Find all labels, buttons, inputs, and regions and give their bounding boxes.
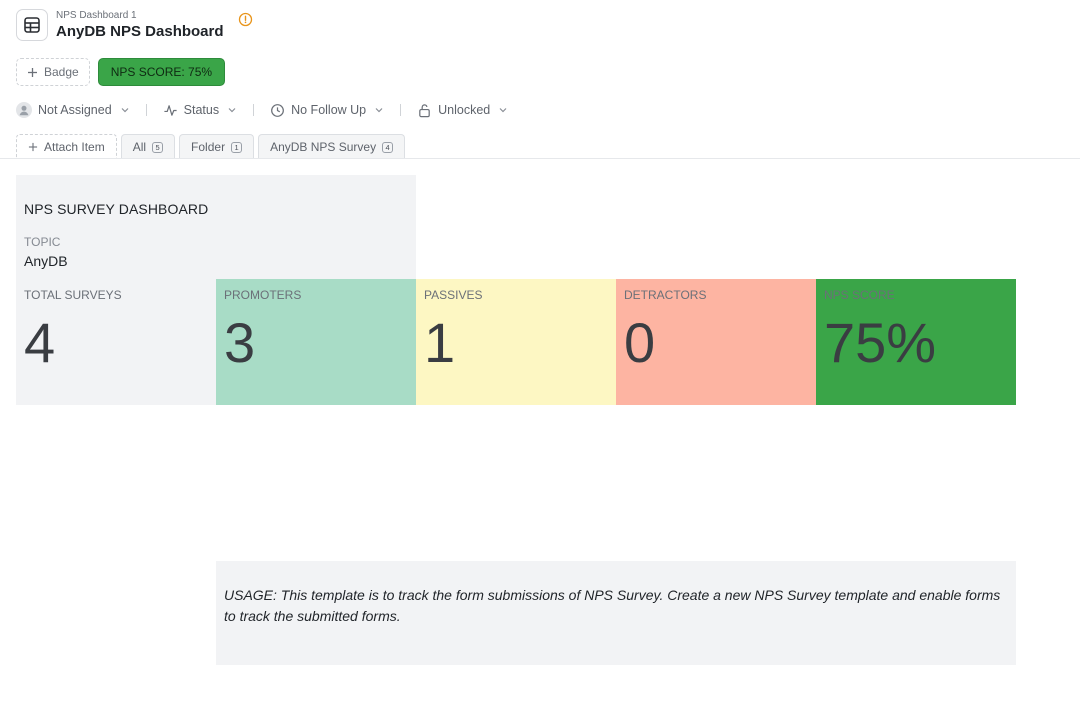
breadcrumb[interactable]: NPS Dashboard 1 (56, 10, 224, 22)
usage-note: USAGE: This template is to track the for… (216, 561, 1016, 665)
tab-anydb-nps-survey[interactable]: AnyDB NPS Survey 4 (258, 134, 406, 159)
attach-item-button[interactable]: Attach Item (16, 134, 117, 159)
tab-all[interactable]: All 5 (120, 134, 176, 159)
assignee-label: Not Assigned (38, 103, 112, 117)
attach-item-label: Attach Item (44, 140, 105, 154)
chevron-down-icon (121, 108, 129, 113)
topic-value: AnyDB (24, 253, 68, 269)
plus-icon (28, 67, 37, 77)
divider (253, 104, 255, 116)
lock-label: Unlocked (438, 103, 491, 117)
follow-up-label: No Follow Up (291, 103, 367, 117)
tab-divider (0, 158, 1080, 159)
add-badge-button[interactable]: Badge (16, 58, 90, 86)
topic-label: TOPIC (24, 235, 61, 249)
status-dropdown[interactable]: Status (163, 103, 237, 118)
add-badge-label: Badge (44, 65, 79, 79)
tab-label: Folder (191, 140, 226, 154)
badge-row: Badge NPS SCORE: 75% (16, 58, 226, 86)
promoters-card: PROMOTERS 3 (216, 279, 416, 405)
passives-card: PASSIVES 1 (416, 279, 616, 405)
tab-label: All (132, 140, 147, 154)
divider (400, 104, 402, 116)
alert-circle-icon[interactable] (238, 11, 254, 27)
tab-bar: Attach Item All 5 Folder 1 AnyDB NPS Sur… (16, 134, 406, 159)
tab-count-badge: 1 (231, 141, 243, 153)
card-label: PASSIVES (424, 288, 483, 302)
nps-score-card: NPS SCORE 75% (816, 279, 1016, 405)
unlock-icon (419, 103, 430, 117)
metric-cards: TOTAL SURVEYS 4 PROMOTERS 3 PASSIVES 1 D… (16, 279, 1016, 405)
table-icon[interactable] (16, 9, 48, 41)
chevron-down-icon (228, 108, 236, 113)
detractors-card: DETRACTORS 0 (616, 279, 816, 405)
card-label: NPS SCORE (824, 288, 895, 302)
nps-score-badge[interactable]: NPS SCORE: 75% (97, 58, 226, 86)
clock-icon (271, 103, 285, 117)
card-label: PROMOTERS (224, 288, 302, 302)
divider (145, 104, 147, 116)
lock-dropdown[interactable]: Unlocked (417, 103, 508, 118)
tab-folder[interactable]: Folder 1 (179, 134, 255, 159)
card-value: 0 (624, 311, 656, 374)
card-value: 4 (24, 311, 56, 374)
tab-count-badge: 5 (152, 141, 164, 153)
card-value: 3 (224, 311, 256, 374)
tab-label: AnyDB NPS Survey (270, 140, 377, 154)
activity-icon (164, 104, 177, 116)
card-value: 1 (424, 311, 456, 374)
dashboard-title: NPS SURVEY DASHBOARD (24, 201, 209, 217)
chevron-down-icon (375, 108, 383, 113)
tab-count-badge: 4 (382, 141, 394, 153)
plus-icon (28, 142, 38, 152)
total-surveys-card: TOTAL SURVEYS 4 (16, 279, 216, 405)
dashboard-header-panel: NPS SURVEY DASHBOARD TOPIC AnyDB (16, 175, 416, 279)
user-avatar-icon (16, 102, 32, 118)
page-title[interactable]: AnyDB NPS Dashboard (56, 23, 224, 41)
card-label: TOTAL SURVEYS (24, 288, 122, 302)
card-value: 75% (824, 311, 937, 374)
assignee-dropdown[interactable]: Not Assigned (16, 102, 130, 118)
status-bar: Not Assigned Status No Follow Up Unlocke… (16, 100, 508, 120)
follow-up-dropdown[interactable]: No Follow Up (270, 103, 384, 118)
chevron-down-icon (499, 108, 507, 113)
nps-score-badge-label: NPS SCORE: 75% (110, 65, 213, 79)
card-label: DETRACTORS (624, 288, 707, 302)
header: NPS Dashboard 1 AnyDB NPS Dashboard (16, 9, 254, 41)
status-label: Status (183, 103, 220, 117)
